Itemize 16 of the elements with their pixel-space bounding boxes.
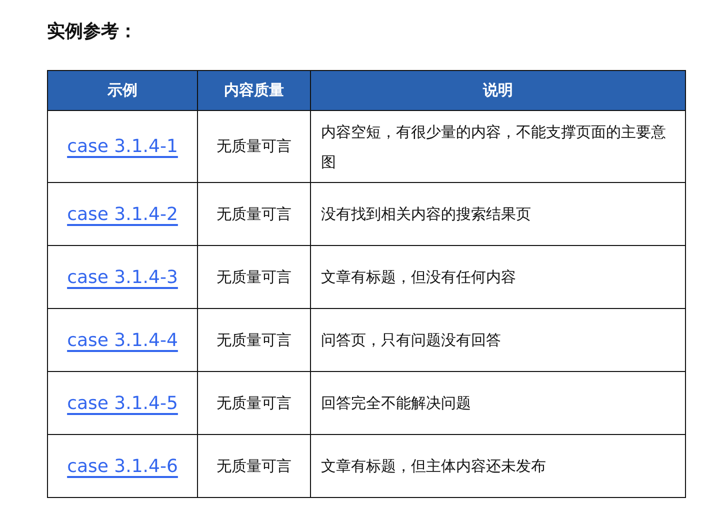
table-cell: 无质量可言	[198, 110, 310, 182]
table-cell: 无质量可言	[198, 246, 310, 308]
table-cell: 内容空短，有很少量的内容，不能支撑页面的主要意图	[310, 110, 686, 182]
column-header: 内容质量	[198, 70, 310, 110]
table-cell: 文章有标题，但主体内容还未发布	[310, 434, 686, 498]
column-header: 说明	[310, 70, 686, 110]
table-cell: 问答页，只有问题没有回答	[310, 308, 686, 372]
table-cell: 无质量可言	[198, 434, 310, 498]
table-cell: 无质量可言	[198, 308, 310, 372]
table-cell: 回答完全不能解决问题	[310, 372, 686, 434]
table-cell: 文章有标题，但没有任何内容	[310, 246, 686, 308]
column-header: 示例	[48, 70, 198, 110]
table-cell: 没有找到相关内容的搜索结果页	[310, 182, 686, 246]
table-cell: 无质量可言	[198, 182, 310, 246]
table-cell: 无质量可言	[198, 372, 310, 434]
section-title: 实例参考：	[47, 20, 138, 44]
